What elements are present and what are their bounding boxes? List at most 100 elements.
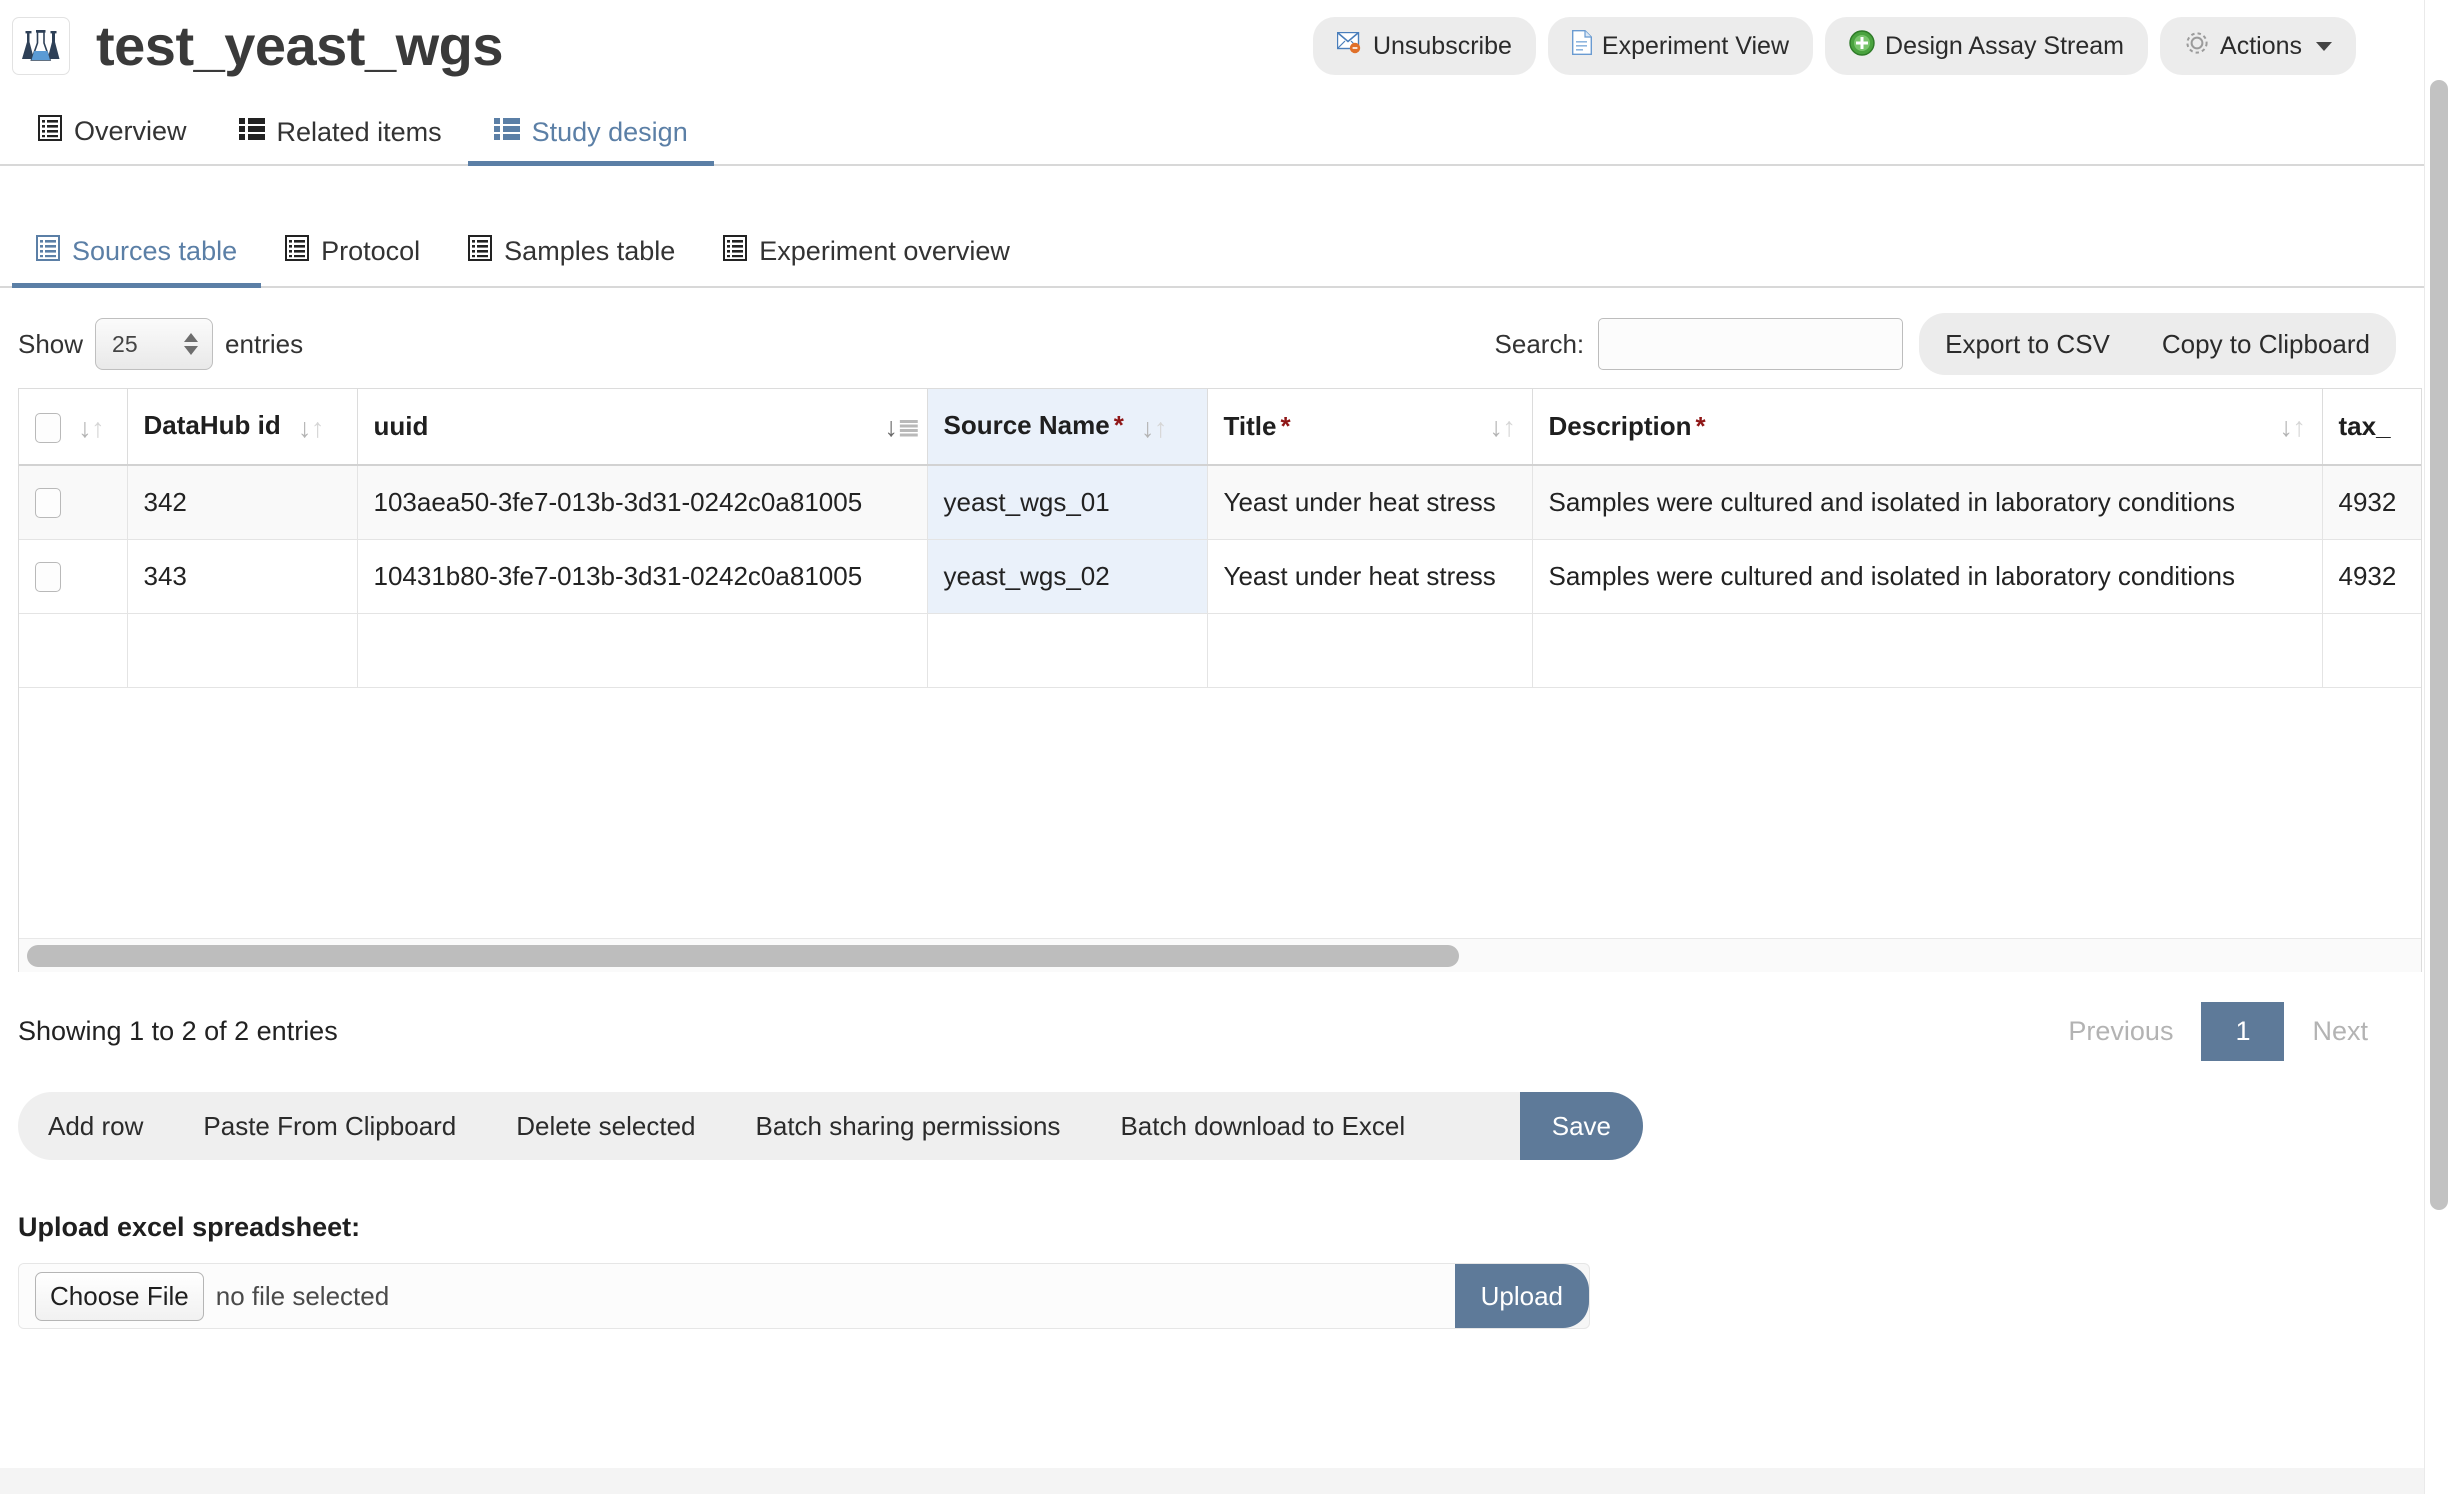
design-assay-stream-label: Design Assay Stream bbox=[1885, 32, 2124, 61]
column-header-datahub-id[interactable]: DataHub id ↓↑ bbox=[127, 389, 357, 465]
tab-experiment-overview[interactable]: Experiment overview bbox=[699, 235, 1034, 286]
no-file-selected-label: no file selected bbox=[216, 1281, 389, 1312]
save-button[interactable]: Save bbox=[1520, 1092, 1643, 1160]
show-label: Show bbox=[18, 329, 83, 360]
email-unsubscribe-icon bbox=[1337, 32, 1363, 61]
column-label-uuid: uuid bbox=[374, 411, 429, 441]
next-page-button[interactable]: Next bbox=[2284, 1002, 2396, 1061]
upload-button[interactable]: Upload bbox=[1455, 1264, 1589, 1328]
row-select-cell[interactable] bbox=[19, 539, 127, 613]
sources-table-container: ↓↑ DataHub id ↓↑ uuid ↓≣ Source Name* ↓↑ bbox=[18, 388, 2422, 972]
cell-title[interactable]: Yeast under heat stress bbox=[1207, 465, 1532, 539]
sort-icon[interactable]: ↓↑ bbox=[1141, 413, 1167, 443]
chevron-down-icon bbox=[2316, 42, 2332, 51]
search-input[interactable] bbox=[1598, 318, 1903, 370]
secondary-tabs: Sources table Protocol bbox=[0, 208, 2452, 288]
sort-icon[interactable]: ↓↑ bbox=[1490, 412, 1516, 442]
sort-desc-icon[interactable]: ↓≣ bbox=[885, 412, 911, 442]
tab-study-design-label: Study design bbox=[532, 117, 688, 148]
export-button-group: Export to CSV Copy to Clipboard bbox=[1919, 313, 2396, 375]
required-asterisk: * bbox=[1280, 411, 1290, 441]
copy-to-clipboard-button[interactable]: Copy to Clipboard bbox=[2136, 313, 2396, 375]
unsubscribe-label: Unsubscribe bbox=[1373, 32, 1512, 61]
tab-samples-table[interactable]: Samples table bbox=[444, 235, 699, 286]
column-header-tax[interactable]: tax_ bbox=[2322, 389, 2422, 465]
tab-overview[interactable]: Overview bbox=[12, 115, 213, 164]
showing-entries-text: Showing 1 to 2 of 2 entries bbox=[18, 1016, 338, 1047]
table-icon bbox=[285, 235, 309, 268]
flasks-icon bbox=[21, 29, 61, 63]
table-action-bar: Add row Paste From Clipboard Delete sele… bbox=[18, 1092, 1643, 1160]
batch-download-to-excel-button[interactable]: Batch download to Excel bbox=[1090, 1092, 1435, 1160]
column-label-title: Title bbox=[1224, 411, 1277, 441]
column-label-description: Description bbox=[1549, 411, 1692, 441]
green-plus-circle-icon bbox=[1849, 30, 1875, 63]
cell-uuid: 10431b80-3fe7-013b-3d31-0242c0a81005 bbox=[357, 539, 927, 613]
cell-uuid: 103aea50-3fe7-013b-3d31-0242c0a81005 bbox=[357, 465, 927, 539]
paste-from-clipboard-button[interactable]: Paste From Clipboard bbox=[173, 1092, 486, 1160]
tab-protocol[interactable]: Protocol bbox=[261, 235, 444, 286]
experiment-view-button[interactable]: Experiment View bbox=[1548, 17, 1813, 75]
sort-icon[interactable]: ↓↑ bbox=[2280, 412, 2306, 442]
search-label: Search: bbox=[1495, 329, 1585, 360]
table-row[interactable]: 342 103aea50-3fe7-013b-3d31-0242c0a81005… bbox=[19, 465, 2422, 539]
search-and-export: Search: Export to CSV Copy to Clipboard bbox=[1495, 313, 2452, 375]
avatar bbox=[12, 17, 70, 75]
row-checkbox[interactable] bbox=[35, 562, 61, 592]
page-size-value: 25 bbox=[112, 331, 138, 358]
tab-sources-table-label: Sources table bbox=[72, 236, 237, 267]
cell-description[interactable]: Samples were cultured and isolated in la… bbox=[1532, 539, 2322, 613]
column-header-uuid[interactable]: uuid ↓≣ bbox=[357, 389, 927, 465]
bottom-strip bbox=[0, 1468, 2452, 1494]
page-1-button[interactable]: 1 bbox=[2201, 1002, 2284, 1061]
column-header-source-name[interactable]: Source Name* ↓↑ bbox=[927, 389, 1207, 465]
table-header-row: ↓↑ DataHub id ↓↑ uuid ↓≣ Source Name* ↓↑ bbox=[19, 389, 2422, 465]
sort-icon[interactable]: ↓↑ bbox=[298, 413, 324, 443]
show-entries-control: Show 25 entries bbox=[18, 318, 303, 370]
required-asterisk: * bbox=[1114, 410, 1124, 440]
stepper-arrows-icon bbox=[184, 333, 198, 355]
add-row-button[interactable]: Add row bbox=[18, 1092, 173, 1160]
file-input[interactable]: Choose File no file selected bbox=[19, 1264, 1455, 1328]
tab-study-design[interactable]: Study design bbox=[468, 117, 714, 164]
cell-datahub-id: 343 bbox=[127, 539, 357, 613]
page-size-select[interactable]: 25 bbox=[95, 318, 213, 370]
vertical-scrollbar-thumb[interactable] bbox=[2430, 80, 2448, 1210]
row-checkbox[interactable] bbox=[35, 488, 61, 518]
design-assay-stream-button[interactable]: Design Assay Stream bbox=[1825, 17, 2148, 75]
page-root: test_yeast_wgs Unsubscribe bbox=[0, 0, 2452, 1494]
list-icon bbox=[239, 117, 265, 148]
table-row[interactable]: 343 10431b80-3fe7-013b-3d31-0242c0a81005… bbox=[19, 539, 2422, 613]
table-controls: Show 25 entries Search: Export to CSV Co… bbox=[0, 288, 2452, 372]
batch-sharing-permissions-button[interactable]: Batch sharing permissions bbox=[726, 1092, 1091, 1160]
column-header-description[interactable]: Description* ↓↑ bbox=[1532, 389, 2322, 465]
cell-source-name[interactable]: yeast_wgs_01 bbox=[927, 465, 1207, 539]
scrollbar-thumb[interactable] bbox=[27, 945, 1459, 967]
actions-dropdown-button[interactable]: Actions bbox=[2160, 17, 2356, 75]
choose-file-button[interactable]: Choose File bbox=[35, 1272, 204, 1321]
cell-tax[interactable]: 4932 bbox=[2322, 539, 2422, 613]
row-select-cell[interactable] bbox=[19, 465, 127, 539]
delete-selected-button[interactable]: Delete selected bbox=[486, 1092, 725, 1160]
cell-source-name[interactable]: yeast_wgs_02 bbox=[927, 539, 1207, 613]
page-vertical-scrollbar[interactable] bbox=[2424, 0, 2452, 1494]
previous-page-button[interactable]: Previous bbox=[2040, 1002, 2201, 1061]
tab-sources-table[interactable]: Sources table bbox=[12, 235, 261, 286]
column-label-tax: tax_ bbox=[2339, 411, 2391, 441]
cell-title[interactable]: Yeast under heat stress bbox=[1207, 539, 1532, 613]
cell-description[interactable]: Samples were cultured and isolated in la… bbox=[1532, 465, 2322, 539]
select-all-checkbox[interactable] bbox=[35, 413, 61, 443]
column-label-datahub-id: DataHub id bbox=[144, 410, 281, 440]
table-horizontal-scrollbar[interactable] bbox=[19, 938, 2421, 972]
select-all-column-header[interactable]: ↓↑ bbox=[19, 389, 127, 465]
cell-tax[interactable]: 4932 bbox=[2322, 465, 2422, 539]
export-to-csv-button[interactable]: Export to CSV bbox=[1919, 313, 2136, 375]
upload-section-label: Upload excel spreadsheet: bbox=[18, 1212, 2452, 1243]
column-label-source-name: Source Name bbox=[944, 410, 1110, 440]
unsubscribe-button[interactable]: Unsubscribe bbox=[1313, 17, 1536, 75]
sort-icon[interactable]: ↓↑ bbox=[78, 413, 104, 443]
column-header-title[interactable]: Title* ↓↑ bbox=[1207, 389, 1532, 465]
list-icon bbox=[494, 117, 520, 148]
tab-related-items[interactable]: Related items bbox=[213, 117, 468, 164]
table-icon bbox=[723, 235, 747, 268]
